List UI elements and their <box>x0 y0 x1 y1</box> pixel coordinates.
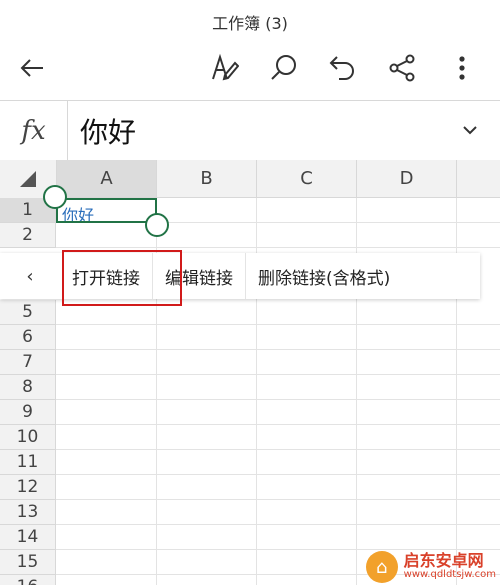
formula-bar: fx 你好 <box>0 100 500 161</box>
grid-line <box>56 524 500 525</box>
grid-line <box>56 374 500 375</box>
column-header-a[interactable]: A <box>57 160 157 198</box>
context-menu-prev-button[interactable]: ‹ <box>0 253 60 299</box>
row-header-10[interactable]: 10 <box>0 425 56 450</box>
grid-line <box>56 499 500 500</box>
highlight-box <box>62 250 182 306</box>
undo-icon <box>329 56 354 80</box>
row-header-8[interactable]: 8 <box>0 375 56 400</box>
cell-selection-box[interactable] <box>56 198 157 223</box>
document-title: 工作簿 (3) <box>212 14 288 33</box>
row-header-5[interactable]: 5 <box>0 300 56 325</box>
watermark-logo-icon: ⌂ <box>365 551 398 583</box>
formula-input[interactable]: 你好 <box>80 111 136 151</box>
more-vertical-icon <box>459 56 465 80</box>
more-button[interactable] <box>442 48 482 88</box>
watermark-name: 启东安卓网 <box>403 551 484 571</box>
pen-edit-button[interactable] <box>204 48 244 88</box>
watermark-url: www.qdldtsjw.com <box>403 569 496 581</box>
search-button[interactable] <box>264 48 304 88</box>
row-header-14[interactable]: 14 <box>0 525 56 550</box>
grid-line <box>56 349 500 350</box>
column-header-e[interactable] <box>457 160 500 198</box>
share-button[interactable] <box>382 48 422 88</box>
watermark: ⌂ 启东安卓网 www.qdldtsjw.com <box>365 551 496 583</box>
column-header-d[interactable]: D <box>357 160 457 198</box>
grid-line <box>56 399 500 400</box>
spreadsheet-grid[interactable]: A B C D 1 2 5 6 7 8 9 10 11 12 13 14 15 … <box>0 160 500 585</box>
top-bar: 工作簿 (3) <box>0 0 500 100</box>
chevron-down-icon[interactable] <box>458 118 482 142</box>
row-header-9[interactable]: 9 <box>0 400 56 425</box>
row-header-15[interactable]: 15 <box>0 550 56 575</box>
row-header-7[interactable]: 7 <box>0 350 56 375</box>
undo-button[interactable] <box>322 48 362 88</box>
grid-line <box>56 324 500 325</box>
row-header-13[interactable]: 13 <box>0 500 56 525</box>
search-icon <box>271 55 296 80</box>
selection-handle-end[interactable] <box>145 213 169 237</box>
row-header-6[interactable]: 6 <box>0 325 56 350</box>
column-header-c[interactable]: C <box>257 160 357 198</box>
row-header-11[interactable]: 11 <box>0 450 56 475</box>
back-button[interactable] <box>12 48 52 88</box>
grid-line <box>56 474 500 475</box>
row-header-12[interactable]: 12 <box>0 475 56 500</box>
back-arrow-icon <box>20 59 43 77</box>
column-header-b[interactable]: B <box>157 160 257 198</box>
grid-line <box>56 247 500 248</box>
row-header-2[interactable]: 2 <box>0 223 56 248</box>
row-header-16[interactable]: 16 <box>0 575 56 585</box>
grid-line <box>56 549 500 550</box>
fx-label[interactable]: fx <box>0 101 68 160</box>
grid-line <box>56 449 500 450</box>
pen-edit-icon <box>212 53 239 81</box>
remove-link-button[interactable]: 删除链接(含格式) <box>245 253 402 299</box>
share-icon <box>389 54 415 82</box>
grid-line <box>56 424 500 425</box>
selection-handle-start[interactable] <box>43 185 67 209</box>
